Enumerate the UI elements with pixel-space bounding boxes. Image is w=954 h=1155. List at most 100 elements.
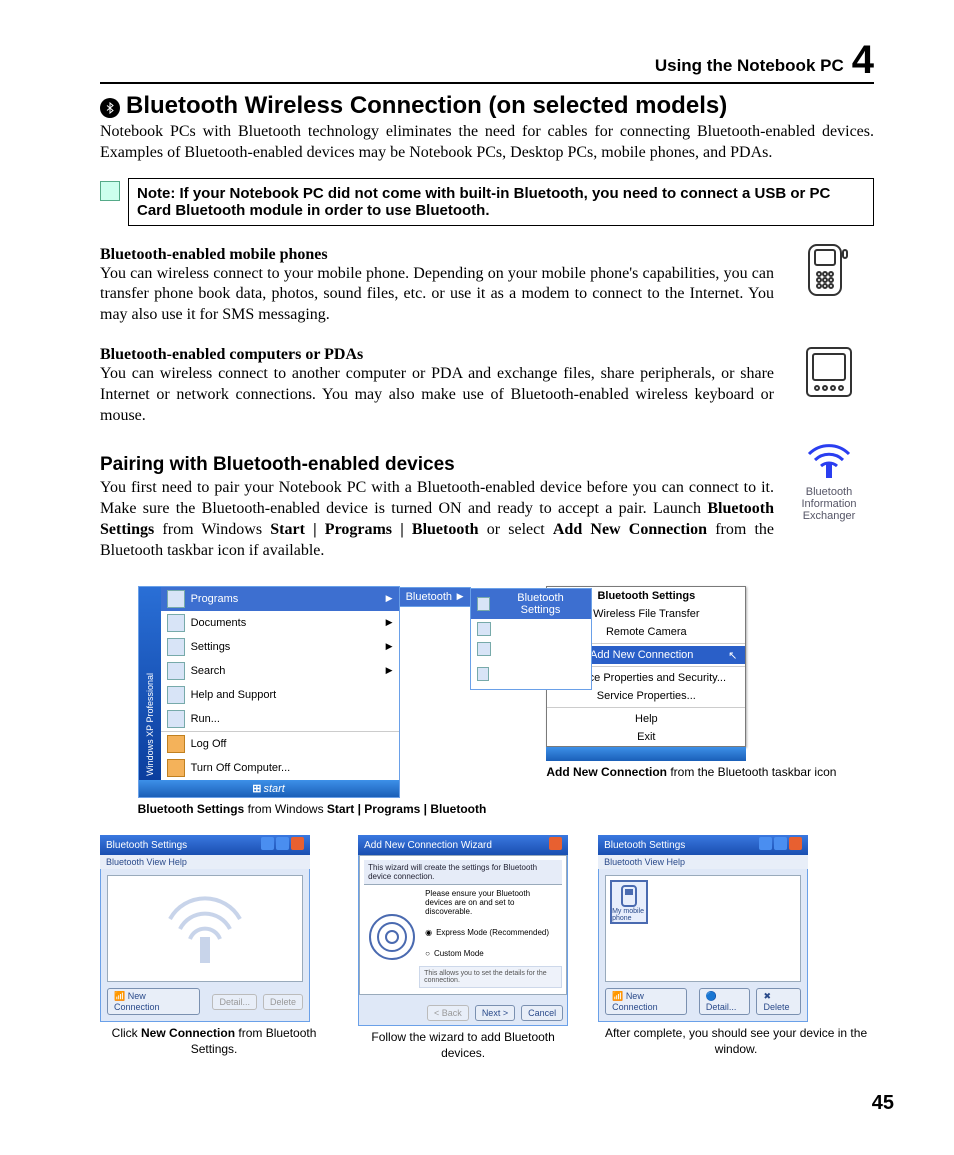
maximize-button[interactable] [774,837,787,850]
wizard-instruction: Please ensure your Bluetooth devices are… [419,885,562,920]
subsection-mobile-phones: Bluetooth-enabled mobile phones You can … [100,240,874,340]
figure-bt-settings-empty: Bluetooth Settings Bluetooth View Help 📶… [100,835,328,1061]
window-menubar[interactable]: Bluetooth View Help [598,855,808,869]
section-title-text: Bluetooth Wireless Connection (on select… [126,92,727,120]
page-header: Using the Notebook PC 4 [100,40,874,84]
submenu-item-users-guide[interactable]: User's Guide [471,639,591,659]
new-connection-button[interactable]: 📶 New Connection [605,988,687,1015]
start-menu-programs[interactable]: Programs▶ Bluetooth▶ Bluetooth Settings … [161,587,399,611]
start-item-label: Run... [191,713,220,725]
pairing-text-2: from Windows [154,521,270,538]
start-menu-turnoff[interactable]: Turn Off Computer... [161,756,399,780]
start-menu-search[interactable]: Search▶ [161,659,399,683]
pairing-bold-3: Add New Connection [553,521,707,538]
submenu-item-label: Bluetooth Settings [496,592,584,616]
start-menu-documents[interactable]: Documents▶ [161,611,399,635]
ctx-item-label: Service Properties... [597,690,696,702]
start-button[interactable]: ⊞start [139,780,399,797]
radio-label: Express Mode (Recommended) [436,928,549,937]
bottom-caption-3: After complete, you should see your devi… [598,1026,874,1057]
radio-label: Custom Mode [434,949,484,958]
button-label: Next > [482,1008,508,1018]
pairing-heading: Pairing with Bluetooth-enabled devices [100,454,774,476]
new-connection-button[interactable]: 📶 New Connection [107,988,200,1015]
ctx-item-label: Help [635,713,658,725]
ctx-help[interactable]: Help [547,710,745,728]
start-menu-logoff[interactable]: Log Off [161,732,399,756]
delete-button[interactable]: ✖ Delete [756,988,801,1015]
start-item-label: Help and Support [191,689,277,701]
radio-custom-mode[interactable]: ○Custom Mode [419,945,562,962]
detail-button[interactable]: 🔵 Detail... [699,988,751,1015]
start-menu-settings[interactable]: Settings▶ [161,635,399,659]
start-menu-help[interactable]: Help and Support [161,683,399,707]
submenu-bluetooth[interactable]: Bluetooth▶ Bluetooth Settings Remote Cam… [400,588,470,606]
button-label: Detail... [219,997,250,1007]
window-menubar[interactable]: Bluetooth View Help [100,855,310,869]
submenu-item-label: User's Guide [497,643,560,655]
wireless-faded-icon [160,889,250,969]
start-item-label: Documents [191,617,247,629]
pairing-text-3: or select [479,521,553,538]
page-number: 45 [872,1092,894,1115]
sub1-heading: Bluetooth-enabled mobile phones [100,246,774,264]
intro-paragraph: Notebook PCs with Bluetooth technology e… [100,122,874,164]
paired-device-icon[interactable]: My mobile phone [610,880,648,924]
close-button[interactable] [789,837,802,850]
window-title: Bluetooth Settings [106,840,259,851]
submenu-item-wireless-file-transfer[interactable]: Wireless File Transfer [471,659,591,689]
pairing-paragraph: You first need to pair your Notebook PC … [100,478,774,561]
wizard-graphic-icon [367,902,417,972]
ctx-item-label: Wireless File Transfer [593,608,699,620]
subsection-computers-pdas: Bluetooth-enabled computers or PDAs You … [100,340,874,440]
note-icon [100,181,120,201]
window-title: Bluetooth Settings [604,840,757,851]
start-item-label: Settings [191,641,231,653]
note-block: Note: If your Notebook PC did not come w… [100,178,874,226]
header-chapter-number: 4 [852,40,874,80]
bottom-caption-1: Click New Connection from Bluetooth Sett… [100,1026,328,1057]
titlebar: Bluetooth Settings [100,835,310,855]
button-label: Cancel [528,1008,556,1018]
sub2-text: You can wireless connect to another comp… [100,364,774,426]
titlebar: Bluetooth Settings [598,835,808,855]
figure-caption-left: Bluetooth Settings from Windows Start | … [138,802,487,818]
header-section-title: Using the Notebook PC [655,56,844,76]
detail-button-disabled: Detail... [212,994,257,1010]
button-label: New Connection [612,991,658,1012]
figure-bt-settings-with-device: Bluetooth Settings Bluetooth View Help M… [598,835,874,1061]
os-sidebar-label: Windows XP Professional [145,669,155,780]
minimize-button[interactable] [759,837,772,850]
start-item-label: Log Off [191,738,227,750]
sub2-heading: Bluetooth-enabled computers or PDAs [100,346,774,364]
submenu-item-remote-camera[interactable]: Remote Camera [471,619,591,639]
device-label: My mobile phone [612,908,646,922]
pairing-bold-2: Start | Programs | Bluetooth [270,521,478,538]
tray-icon-illustration: Bluetooth Information Exchanger [784,440,874,522]
close-button[interactable] [549,837,562,850]
submenu-item-bluetooth-settings[interactable]: Bluetooth Settings [471,589,591,619]
button-label: Delete [270,997,296,1007]
bottom-caption-2: Follow the wizard to add Bluetooth devic… [358,1030,568,1061]
next-button[interactable]: Next > [475,1005,515,1021]
figure-add-connection-wizard: Add New Connection Wizard This wizard wi… [358,835,568,1061]
radio-express-mode[interactable]: ◉Express Mode (Recommended) [419,924,562,941]
start-item-label: Programs [191,593,239,605]
start-menu-run[interactable]: Run... [161,707,399,731]
submenu-label: Bluetooth [406,591,452,603]
button-label: < Back [434,1008,462,1018]
custom-mode-description: This allows you to set the details for t… [419,966,562,988]
button-label: Detail... [706,1002,737,1012]
maximize-button[interactable] [276,837,289,850]
note-text: Note: If your Notebook PC did not come w… [128,178,874,226]
back-button: < Back [427,1005,469,1021]
wizard-header-text: This wizard will create the settings for… [364,860,562,885]
minimize-button[interactable] [261,837,274,850]
window-title: Add New Connection Wizard [364,840,547,851]
start-button-label: start [263,783,284,795]
ctx-exit[interactable]: Exit [547,728,745,746]
sub1-text: You can wireless connect to your mobile … [100,264,774,326]
ctx-item-label: Exit [637,731,655,743]
cancel-button[interactable]: Cancel [521,1005,563,1021]
close-button[interactable] [291,837,304,850]
